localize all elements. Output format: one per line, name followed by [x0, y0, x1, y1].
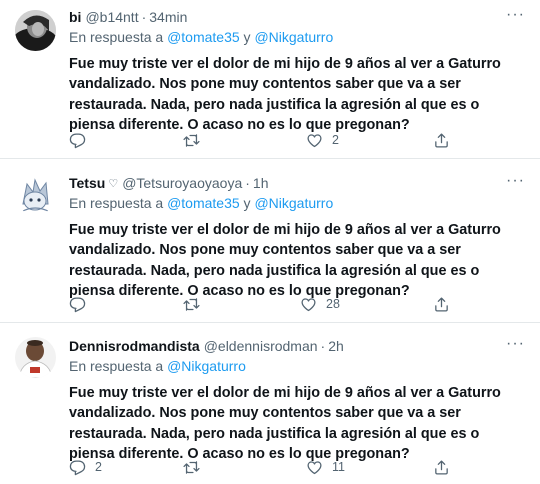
tweet-text: Fue muy triste ver el dolor de mi hijo d…: [69, 56, 501, 134]
separator-dot: ·: [320, 338, 326, 354]
reply-prefix: En respuesta a: [69, 29, 164, 45]
heart-icon: [307, 133, 322, 147]
retweet-icon: [183, 297, 200, 311]
divider: [0, 322, 540, 323]
like-count: 2: [332, 133, 339, 147]
tweet-header: bi @b14ntt · 34min: [69, 7, 187, 27]
retweet-icon: [183, 133, 200, 147]
mention-link[interactable]: @Nikgaturro: [254, 29, 333, 45]
timestamp[interactable]: 2h: [328, 338, 344, 354]
author-name[interactable]: bi: [69, 9, 81, 25]
author-handle[interactable]: @b14ntt: [85, 9, 138, 25]
tweet-header: Dennisrodmandista @eldennisrodman · 2h: [69, 336, 344, 356]
reply-icon: [69, 296, 86, 312]
reply-prefix: En respuesta a: [69, 358, 164, 374]
avatar[interactable]: [15, 10, 56, 51]
tweet-text: Fue muy triste ver el dolor de mi hijo d…: [69, 222, 501, 300]
reply-context: En respuesta a @Nikgaturro: [69, 358, 246, 374]
author-name[interactable]: Tetsu: [69, 175, 105, 191]
name-heart-icon: ♡: [108, 177, 119, 190]
reply-icon: [69, 459, 86, 475]
reply-count: 2: [95, 460, 102, 474]
share-icon: [435, 296, 448, 312]
share-button[interactable]: [433, 130, 450, 150]
retweet-button[interactable]: [183, 457, 209, 477]
mention-link[interactable]: @tomate35: [167, 29, 240, 45]
timestamp[interactable]: 1h: [253, 175, 269, 191]
share-icon: [435, 132, 448, 148]
reply-button[interactable]: [69, 130, 95, 150]
like-count: 28: [326, 297, 340, 311]
reply-icon: [69, 132, 86, 148]
reply-prefix: En respuesta a: [69, 195, 164, 211]
reply-feed: bi @b14ntt · 34min ··· En respuesta a @t…: [0, 0, 540, 484]
share-button[interactable]: [433, 294, 450, 314]
reply-joiner: y: [243, 195, 251, 211]
like-button[interactable]: 28: [300, 294, 340, 314]
like-button[interactable]: 11: [306, 457, 345, 477]
share-icon: [435, 459, 448, 475]
tweet[interactable]: Tetsu ♡ @Tetsuroyaoyaoya · 1h ··· En res…: [0, 173, 540, 323]
like-count: 11: [332, 460, 345, 474]
retweet-button[interactable]: [183, 294, 209, 314]
reply-button[interactable]: 2: [69, 457, 102, 477]
more-icon[interactable]: ···: [506, 173, 524, 193]
author-name[interactable]: Dennisrodmandista: [69, 338, 200, 354]
more-icon[interactable]: ···: [506, 336, 524, 356]
mention-link[interactable]: @Nikgaturro: [167, 358, 246, 374]
timestamp[interactable]: 34min: [149, 9, 187, 25]
avatar[interactable]: [15, 174, 56, 215]
avatar[interactable]: [15, 337, 56, 378]
retweet-button[interactable]: [183, 130, 209, 150]
tweet[interactable]: bi @b14ntt · 34min ··· En respuesta a @t…: [0, 7, 540, 157]
heart-icon: [307, 460, 322, 474]
action-bar: 28: [69, 294, 499, 314]
reply-context: En respuesta a @tomate35 y @Nikgaturro: [69, 195, 333, 211]
author-handle[interactable]: @Tetsuroyaoyaoya: [122, 175, 242, 191]
reply-context: En respuesta a @tomate35 y @Nikgaturro: [69, 29, 333, 45]
separator-dot: ·: [245, 175, 250, 191]
heart-icon: [301, 297, 316, 311]
retweet-icon: [183, 460, 200, 474]
reply-button[interactable]: [69, 294, 95, 314]
action-bar: 2: [69, 130, 499, 150]
tweet-text: Fue muy triste ver el dolor de mi hijo d…: [69, 385, 501, 463]
reply-joiner: y: [243, 29, 251, 45]
divider: [0, 158, 540, 159]
tweet-header: Tetsu ♡ @Tetsuroyaoyaoya · 1h: [69, 173, 269, 193]
mention-link[interactable]: @Nikgaturro: [254, 195, 333, 211]
action-bar: 2 11: [69, 457, 499, 477]
separator-dot: ·: [141, 9, 147, 25]
like-button[interactable]: 2: [306, 130, 339, 150]
tweet[interactable]: Dennisrodmandista @eldennisrodman · 2h ·…: [0, 336, 540, 484]
author-handle[interactable]: @eldennisrodman: [204, 338, 318, 354]
more-icon[interactable]: ···: [506, 7, 524, 27]
share-button[interactable]: [433, 457, 450, 477]
mention-link[interactable]: @tomate35: [167, 195, 240, 211]
